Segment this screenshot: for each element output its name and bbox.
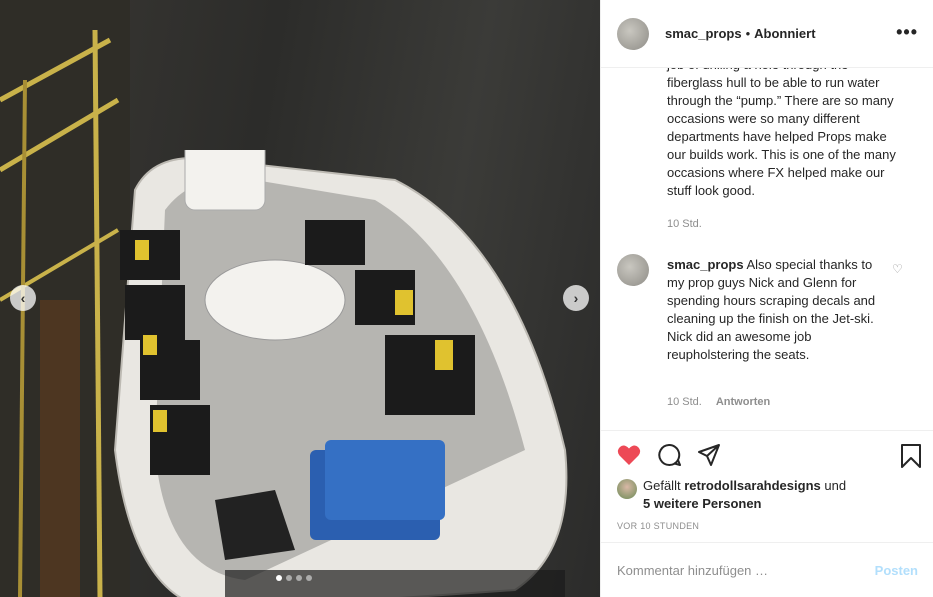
jetski-image xyxy=(113,150,568,597)
carousel-dot xyxy=(296,575,302,581)
share-icon[interactable] xyxy=(697,443,721,467)
avatar[interactable] xyxy=(617,17,649,50)
action-icons xyxy=(617,443,721,467)
liker-username[interactable]: retrodollsarahdesigns xyxy=(684,478,821,493)
avatar[interactable] xyxy=(617,479,637,499)
comment-body: smac_props Also special thanks to my pro… xyxy=(667,256,877,364)
caption-text: job of drilling a hole through the fiber… xyxy=(667,68,896,198)
comment-input[interactable] xyxy=(617,562,875,578)
reply-button[interactable]: Antworten xyxy=(716,396,770,408)
likes-others-link[interactable]: 5 weitere Personen xyxy=(643,496,762,511)
comment-time: 10 Std. xyxy=(667,396,702,408)
post-comment-button[interactable]: Posten xyxy=(875,563,918,578)
carousel-indicator xyxy=(276,575,312,581)
post-photo[interactable]: ‹ › xyxy=(0,0,600,597)
post-header: smac_props • Abonniert ••• xyxy=(601,0,933,68)
post-sidebar: smac_props • Abonniert ••• job of drilli… xyxy=(600,0,933,597)
likes-prefix: Gefällt xyxy=(643,478,681,493)
header-separator: • xyxy=(745,26,751,41)
likes-text: Gefällt retrodollsarahdesigns und 5 weit… xyxy=(643,477,846,513)
post-username[interactable]: smac_props xyxy=(665,26,742,41)
caption-time: 10 Std. xyxy=(667,218,702,230)
carousel-dot xyxy=(286,575,292,581)
carousel-prev-button[interactable]: ‹ xyxy=(10,285,36,311)
comment-icon[interactable] xyxy=(657,443,681,467)
avatar[interactable] xyxy=(617,254,649,286)
likes-summary: Gefällt retrodollsarahdesigns und 5 weit… xyxy=(617,477,846,513)
carousel-dot xyxy=(276,575,282,581)
bookmark-icon[interactable] xyxy=(900,443,922,469)
comment-like-icon[interactable]: ♡ xyxy=(892,262,903,276)
post-actions: Gefällt retrodollsarahdesigns und 5 weit… xyxy=(601,430,933,542)
more-options-icon[interactable]: ••• xyxy=(896,22,918,43)
post-timestamp: VOR 10 STUNDEN xyxy=(617,521,700,531)
likes-and: und xyxy=(824,478,847,493)
follow-status-button[interactable]: Abonniert xyxy=(754,26,815,41)
comment-text: Also special thanks to my prop guys Nick… xyxy=(667,257,876,362)
carousel-dot xyxy=(306,575,312,581)
add-comment-bar: Posten xyxy=(601,542,933,597)
comment-meta: 10 Std. Antworten xyxy=(667,396,770,408)
carousel-next-button[interactable]: › xyxy=(563,285,589,311)
chevron-right-icon: › xyxy=(573,290,579,306)
chevron-left-icon: ‹ xyxy=(20,290,26,306)
comments-list[interactable]: job of drilling a hole through the fiber… xyxy=(601,68,933,430)
heart-icon[interactable] xyxy=(617,444,641,466)
comment-username[interactable]: smac_props xyxy=(667,257,744,272)
